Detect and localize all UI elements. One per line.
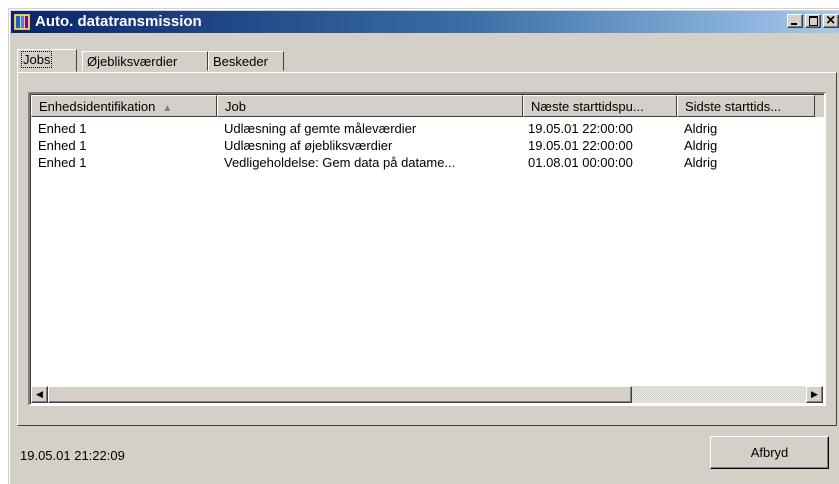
status-timestamp: 19.05.01 21:22:09 xyxy=(20,448,125,463)
column-header-device-label: Enhedsidentifikation xyxy=(39,99,156,114)
table-row[interactable]: Enhed 1 Vedligeholdelse: Gem data på dat… xyxy=(31,154,824,171)
cell-last-start: Aldrig xyxy=(684,138,718,153)
cell-next-start: 01.08.01 00:00:00 xyxy=(528,155,633,170)
sort-ascending-icon: ▲ xyxy=(162,103,173,114)
cancel-button[interactable]: Afbryd xyxy=(710,436,829,469)
tab-beskeder-label: Beskeder xyxy=(213,54,268,69)
column-header-next-start[interactable]: Næste starttidspu... xyxy=(523,95,677,117)
column-header-last-start-label: Sidste starttids... xyxy=(685,99,782,114)
cell-job: Udlæsning af gemte måleværdier xyxy=(224,121,417,136)
cell-device: Enhed 1 xyxy=(38,155,87,170)
tab-ojebliksvaerdier[interactable]: Øjebliksværdier xyxy=(82,51,208,71)
close-icon[interactable] xyxy=(823,10,839,32)
tab-beskeder[interactable]: Beskeder xyxy=(208,51,284,71)
list-header: Enhedsidentifikation ▲ Job Næste starttid… xyxy=(31,95,824,117)
column-header-last-start[interactable]: Sidste starttids... xyxy=(677,95,815,117)
table-row[interactable]: Enhed 1 Udlæsning af øjebliksværdier 19.… xyxy=(31,137,824,154)
scroll-left-icon[interactable]: ◀ xyxy=(31,386,48,403)
tab-ojebliksvaerdier-label: Øjebliksværdier xyxy=(87,54,178,69)
cell-job: Vedligeholdelse: Gem data på datame... xyxy=(224,155,456,170)
column-header-job-label: Job xyxy=(225,99,246,114)
window-title: Auto. datatransmission xyxy=(35,13,202,30)
table-row[interactable]: Enhed 1 Udlæsning af gemte måleværdier 1… xyxy=(31,120,824,137)
column-header-next-start-label: Næste starttidspu... xyxy=(531,99,644,114)
tab-jobs-label: Jobs xyxy=(20,51,53,68)
cell-last-start: Aldrig xyxy=(684,155,718,170)
column-header-device[interactable]: Enhedsidentifikation ▲ xyxy=(31,95,217,117)
column-header-job[interactable]: Job xyxy=(217,95,523,117)
app-icon xyxy=(14,14,30,30)
tab-jobs[interactable]: Jobs xyxy=(17,49,77,72)
cell-device: Enhed 1 xyxy=(38,121,87,136)
scroll-right-icon[interactable]: ▶ xyxy=(806,386,823,403)
cell-last-start: Aldrig xyxy=(684,121,718,136)
maximize-icon[interactable] xyxy=(805,14,821,28)
jobs-list[interactable]: Enhedsidentifikation ▲ Job Næste starttid… xyxy=(28,92,826,406)
cell-next-start: 19.05.01 22:00:00 xyxy=(528,121,633,136)
scrollbar-thumb[interactable] xyxy=(48,386,632,403)
minimize-icon[interactable] xyxy=(787,14,803,28)
horizontal-scrollbar[interactable]: ◀ ▶ xyxy=(31,386,823,403)
title-bar[interactable]: Auto. datatransmission xyxy=(11,10,839,33)
cell-job: Udlæsning af øjebliksværdier xyxy=(224,138,393,153)
cell-device: Enhed 1 xyxy=(38,138,87,153)
list-body: Enhed 1 Udlæsning af gemte måleværdier 1… xyxy=(31,120,824,171)
cell-next-start: 19.05.01 22:00:00 xyxy=(528,138,633,153)
